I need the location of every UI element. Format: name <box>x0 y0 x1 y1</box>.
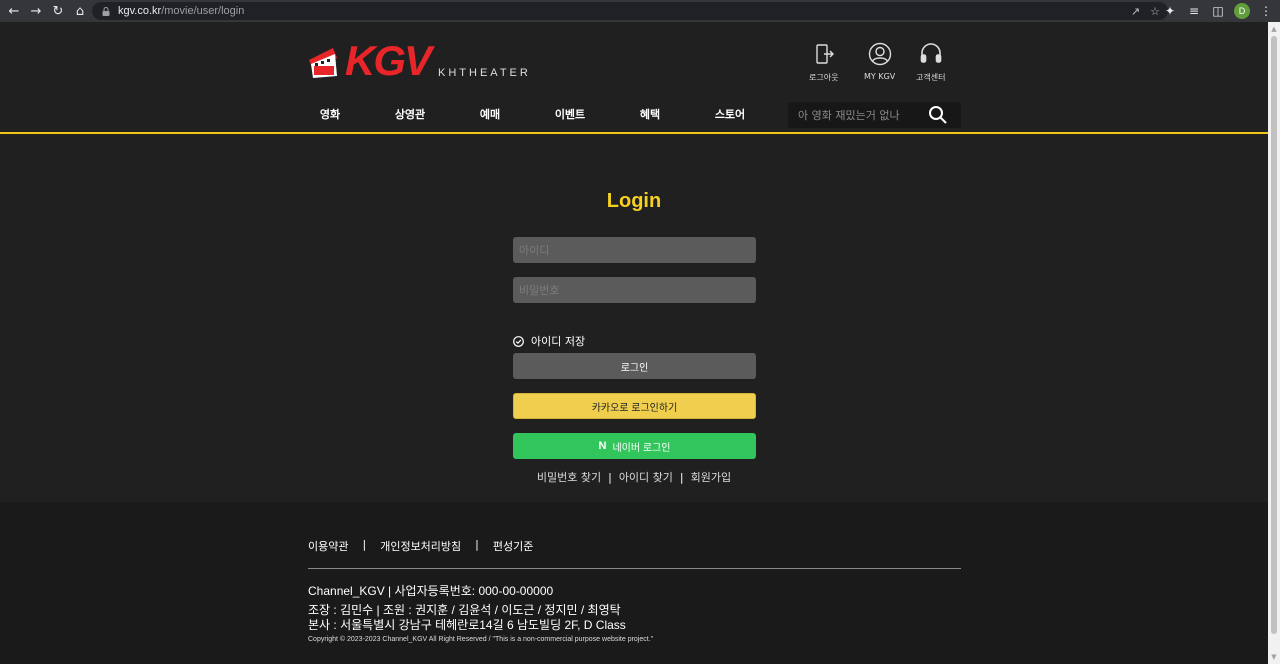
naver-logo-icon: N <box>598 440 607 452</box>
share-icon[interactable]: ↗ <box>1131 5 1140 18</box>
address-bar[interactable]: kgv.co.kr/movie/user/login ↗ ☆ <box>92 2 1168 20</box>
scroll-up-icon[interactable]: ▲ <box>1270 25 1278 33</box>
search-input[interactable] <box>788 108 928 122</box>
nav-item-movie[interactable]: 영화 <box>290 106 370 122</box>
chrome-menu-icon[interactable]: ⋮ <box>1258 2 1274 20</box>
user-icon <box>868 42 891 66</box>
terms-link[interactable]: 이용약관 <box>308 538 348 554</box>
brand-name: KGV <box>345 37 432 84</box>
password-field[interactable] <box>513 277 756 303</box>
side-panel-icon[interactable]: ◫ <box>1210 2 1226 20</box>
scrollbar-thumb[interactable] <box>1271 36 1277 634</box>
main-nav: 영화 상영관 예매 이벤트 혜택 스토어 <box>290 106 770 122</box>
naver-login-button[interactable]: N 네이버 로그인 <box>513 433 756 459</box>
lock-icon <box>102 6 110 16</box>
find-password-link[interactable]: 비밀번호 찾기 <box>537 469 601 485</box>
page-scrollbar[interactable]: ▲ ▼ <box>1268 22 1280 664</box>
policy-links: 이용약관 | 개인정보처리방침 | 편성기준 <box>308 538 534 554</box>
login-button[interactable]: 로그인 <box>513 353 756 379</box>
logout-icon <box>816 44 834 64</box>
kakao-login-button[interactable]: 카카오로 로그인하기 <box>513 393 756 419</box>
site-footer: 이용약관 | 개인정보처리방침 | 편성기준 Channel_KGV | 사업자… <box>0 502 1268 664</box>
reading-list-icon[interactable]: ≡ <box>1186 2 1202 20</box>
footer-divider <box>308 568 961 569</box>
copyright: Copyright © 2023-2023 Channel_KGV All Ri… <box>308 636 654 643</box>
url-text: kgv.co.kr/movie/user/login <box>118 5 245 17</box>
forward-icon[interactable]: → <box>26 1 46 21</box>
browser-toolbar: ← → ↻ ⌂ kgv.co.kr/movie/user/login ↗ ☆ ✦… <box>0 0 1280 22</box>
account-links: 비밀번호 찾기 | 아이디 찾기 | 회원가입 <box>536 469 732 485</box>
site-logo[interactable]: KGV KHTHEATER <box>307 37 531 84</box>
brand-subtitle: KHTHEATER <box>438 67 531 79</box>
nav-item-booking[interactable]: 예매 <box>450 106 530 122</box>
login-title: Login <box>606 190 662 212</box>
programming-standards-link[interactable]: 편성기준 <box>493 538 533 554</box>
nav-item-store[interactable]: 스토어 <box>690 106 770 122</box>
site-header: KGV KHTHEATER 로그아웃 MY KGV 고객센터 영화 상영관 예매… <box>0 22 1268 134</box>
film-logo-icon <box>309 48 337 78</box>
find-id-link[interactable]: 아이디 찾기 <box>619 469 673 485</box>
reload-icon[interactable]: ↻ <box>48 1 68 21</box>
profile-avatar[interactable]: D <box>1234 3 1250 19</box>
home-icon[interactable]: ⌂ <box>70 1 90 21</box>
nav-item-theater[interactable]: 상영관 <box>370 106 450 122</box>
login-form: Login 아이디 저장 로그인 카카오로 로그인하기 N 네이버 로그인 비밀… <box>507 174 761 484</box>
nav-item-benefit[interactable]: 혜택 <box>610 106 690 122</box>
team-info: 조장 : 김민수 | 조원 : 권지훈 / 김윤석 / 이도근 / 정지민 / … <box>308 603 626 632</box>
logout-link[interactable]: 로그아웃 <box>809 42 838 83</box>
extensions-icon[interactable]: ✦ <box>1162 2 1178 20</box>
page: KGV KHTHEATER 로그아웃 MY KGV 고객센터 영화 상영관 예매… <box>0 22 1268 664</box>
scroll-down-icon[interactable]: ▼ <box>1270 653 1278 661</box>
check-circle-icon <box>513 335 524 347</box>
id-field[interactable] <box>513 237 756 263</box>
search-box <box>788 102 961 128</box>
headset-icon <box>920 43 942 63</box>
privacy-link[interactable]: 개인정보처리방침 <box>380 538 461 554</box>
bookmark-star-icon[interactable]: ☆ <box>1150 5 1160 18</box>
nav-item-event[interactable]: 이벤트 <box>530 106 610 122</box>
remember-id-checkbox[interactable]: 아이디 저장 <box>513 333 585 349</box>
my-kgv-link[interactable]: MY KGV <box>864 42 895 81</box>
company-info: Channel_KGV | 사업자등록번호: 000-00-00000 <box>308 584 554 598</box>
search-icon[interactable] <box>928 105 948 125</box>
customer-center-link[interactable]: 고객센터 <box>916 42 945 83</box>
signup-link[interactable]: 회원가입 <box>691 469 731 485</box>
back-icon[interactable]: ← <box>4 1 24 21</box>
